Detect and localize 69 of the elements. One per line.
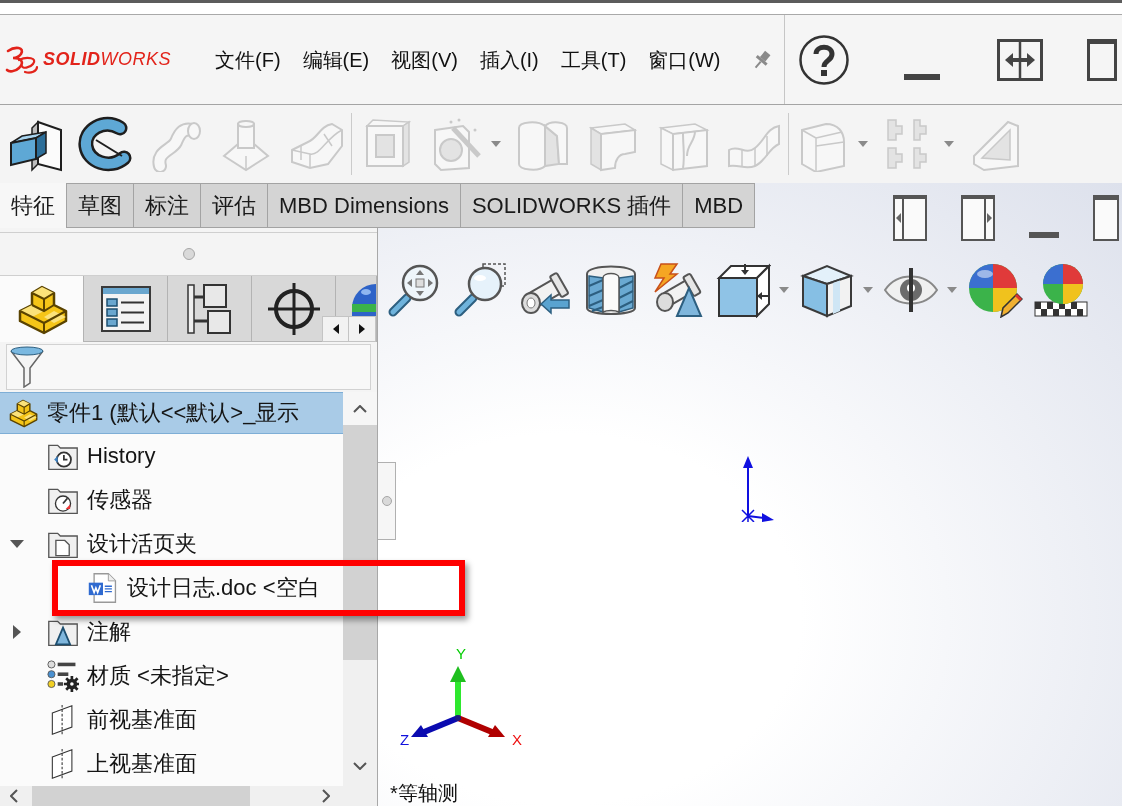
maximize-icon[interactable] — [1093, 195, 1119, 241]
logo-mark-icon — [5, 44, 39, 75]
origin-icon — [738, 456, 774, 522]
command-tab[interactable]: MBD Dimensions — [268, 183, 461, 228]
command-tab[interactable]: 草图 — [67, 183, 134, 228]
tree-item[interactable]: 传感器 — [0, 484, 343, 516]
scrollbar-thumb[interactable] — [343, 425, 377, 660]
menu-item[interactable]: 插入(I) — [479, 44, 539, 75]
panel-left-icon[interactable] — [893, 195, 927, 241]
tree-item[interactable]: 零件1 (默认<<默认>_显示 — [0, 392, 343, 434]
word-document-icon — [87, 572, 119, 604]
tree-item[interactable]: 前视基准面 — [0, 704, 343, 736]
caret-right-icon — [359, 324, 365, 334]
revolved-ring-icon[interactable] — [78, 116, 134, 172]
grip-dot-icon — [381, 496, 392, 506]
tree-item[interactable]: 设计日志.doc <空白 — [0, 572, 343, 604]
panel-right-icon[interactable] — [961, 195, 995, 241]
caret-right-icon[interactable] — [13, 625, 21, 639]
axis-label: Y — [456, 646, 466, 662]
tree-item[interactable]: 注解 — [0, 616, 343, 648]
command-tab[interactable]: SOLIDWORKS 插件 — [460, 183, 684, 228]
tree-item[interactable]: 上视基准面 — [0, 748, 343, 780]
filter-field[interactable] — [6, 344, 371, 390]
help-icon[interactable] — [799, 34, 849, 85]
command-tab[interactable]: 特征 — [0, 183, 67, 228]
command-tab[interactable]: 标注 — [134, 183, 201, 228]
crosshair-icon — [265, 280, 322, 337]
material-icon — [47, 660, 79, 692]
funnel-icon — [10, 346, 44, 388]
panel-tab[interactable] — [168, 276, 252, 342]
scroll-up-icon[interactable] — [353, 404, 367, 413]
menu-item[interactable]: 视图(V) — [391, 44, 458, 75]
panel-tab[interactable] — [84, 276, 168, 342]
menu-item[interactable]: 工具(T) — [560, 44, 627, 75]
grip-dot-icon[interactable] — [182, 248, 195, 260]
scroll-right-icon[interactable] — [322, 789, 330, 803]
panel-tab[interactable] — [0, 276, 84, 342]
panel-tab[interactable] — [252, 276, 336, 342]
logo-text: SOLIDWORKS — [43, 48, 172, 71]
menu-item[interactable]: 窗口(W) — [648, 44, 721, 75]
panel-collapse-handle[interactable] — [378, 462, 396, 540]
tab-scroll-left-button[interactable] — [322, 316, 349, 342]
tree-item[interactable]: 设计活页夹 — [0, 528, 343, 560]
scrollbar-thumb[interactable] — [32, 786, 250, 806]
command-tab[interactable]: MBD — [683, 183, 756, 228]
scroll-left-icon[interactable] — [10, 789, 18, 803]
color-ball-pencil-icon[interactable] — [967, 262, 1023, 318]
caret-left-icon — [332, 324, 339, 334]
dropdown-caret-icon[interactable] — [779, 287, 789, 293]
tree-item[interactable]: History — [0, 440, 343, 472]
tree-item[interactable]: 材质 <未指定> — [0, 660, 343, 692]
restore-icon[interactable] — [997, 38, 1043, 81]
scroll-down-icon[interactable] — [353, 762, 367, 770]
view-name: *等轴测 — [390, 782, 458, 804]
dropdown-caret-icon[interactable] — [947, 287, 957, 293]
dropdown-caret-icon[interactable] — [863, 287, 873, 293]
axis-label: Z — [400, 732, 410, 748]
caret-down-icon[interactable] — [10, 540, 24, 548]
part-icon — [7, 397, 39, 429]
command-tab[interactable]: 评估 — [201, 183, 268, 228]
minimize-icon[interactable] — [904, 73, 940, 80]
color-ball-floor-icon[interactable] — [1033, 262, 1089, 318]
shaded-cube-icon[interactable] — [799, 262, 855, 318]
menu-item[interactable]: 编辑(E) — [302, 44, 370, 75]
tab-scroll-right-button[interactable] — [349, 316, 376, 342]
axis-label: X — [512, 732, 522, 748]
view-cube-icon[interactable] — [715, 262, 771, 318]
menu-item[interactable]: 文件(F) — [215, 44, 281, 75]
pin-icon[interactable] — [752, 49, 772, 70]
